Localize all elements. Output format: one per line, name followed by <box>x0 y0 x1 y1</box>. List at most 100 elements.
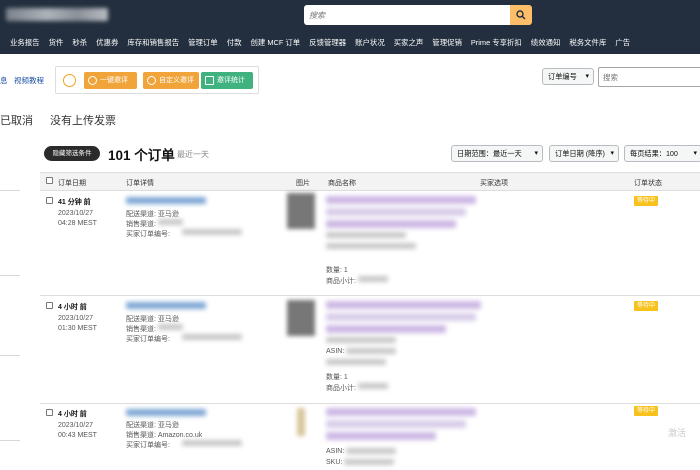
column-header-order-status[interactable]: 订单状态 <box>634 178 662 188</box>
chevron-down-icon: ▾ <box>585 73 589 80</box>
order-search-box[interactable] <box>598 67 700 87</box>
column-header-product-name: 商品名称 <box>328 180 356 187</box>
redacted-text <box>344 459 394 465</box>
nav-item-feedback-manager[interactable]: 反馈管理器 <box>309 37 346 48</box>
custom-review-button[interactable]: 自定义邀评 <box>143 72 199 89</box>
product-title-link[interactable] <box>326 420 466 428</box>
order-id-link[interactable] <box>126 409 206 416</box>
results-per-page-select[interactable]: 每页结果：100 ▾ <box>624 145 700 162</box>
redacted-text <box>182 229 242 235</box>
redacted-text <box>346 348 396 354</box>
product-title-link[interactable] <box>326 208 466 216</box>
product-title-link[interactable] <box>326 313 476 321</box>
hide-filters-button[interactable]: 隐藏筛选条件 <box>44 146 100 161</box>
select-all-checkbox[interactable] <box>46 177 53 184</box>
nav-item-voice-of-customer[interactable]: 买家之声 <box>394 37 424 48</box>
row-checkbox[interactable] <box>46 409 53 416</box>
review-stats-button[interactable]: 邀评统计 <box>201 72 253 89</box>
redacted-text <box>326 337 396 343</box>
item-subtotal: 商品小计: <box>326 278 356 285</box>
nav-item-shipments[interactable]: 货件 <box>49 37 64 48</box>
product-title-link[interactable] <box>326 196 476 204</box>
nav-item-manage-promotions[interactable]: 管理促销 <box>432 37 462 48</box>
quantity: 数量: 1 <box>326 374 348 381</box>
nav-item-lightning-deals[interactable]: 秒杀 <box>72 37 87 48</box>
sales-channel: 销售渠道: <box>126 221 156 228</box>
one-click-review-button[interactable]: 一键邀评 <box>84 72 137 89</box>
nav-item-inventory-sales-report[interactable]: 库存和销售报告 <box>127 37 179 48</box>
activation-watermark: 激活 <box>668 428 687 438</box>
column-header-buyer-options: 买家选项 <box>480 180 508 187</box>
product-title-link[interactable] <box>326 408 476 416</box>
item-subtotal: 商品小计: <box>326 385 356 392</box>
order-age: 4 小时 前 <box>58 304 87 311</box>
tab-no-invoice-uploaded[interactable]: 没有上传发票 <box>50 112 116 128</box>
redacted-text <box>182 440 242 446</box>
product-image[interactable] <box>287 193 315 229</box>
redacted-text <box>358 276 388 282</box>
search-icon <box>516 10 526 20</box>
date-range-select[interactable]: 日期范围：最近一天 ▾ <box>451 145 543 162</box>
sort-select[interactable]: 订单日期 (降序) ▾ <box>549 145 619 162</box>
global-search-box[interactable] <box>304 5 510 25</box>
sales-channel: 销售渠道: <box>126 326 156 333</box>
nav-item-account-health[interactable]: 账户状况 <box>355 37 385 48</box>
edit-icon <box>147 76 156 85</box>
quantity: 数量: 1 <box>326 267 348 274</box>
fulfillment-channel: 配送渠道: 亚马逊 <box>126 316 179 323</box>
global-search-input[interactable] <box>304 5 510 25</box>
product-title-link[interactable] <box>326 325 446 333</box>
fulfillment-channel: 配送渠道: 亚马逊 <box>126 211 179 218</box>
product-image[interactable] <box>297 408 305 436</box>
order-search-input[interactable] <box>599 68 700 86</box>
sales-channel: 销售渠道: Amazon.co.uk <box>126 432 203 439</box>
video-tutorial-link[interactable]: 视频教程 <box>14 75 44 86</box>
column-header-order-details: 订单详情 <box>126 180 154 187</box>
status-badge: 等待中 <box>634 196 659 206</box>
chart-icon <box>205 76 214 85</box>
left-panel-divider <box>0 190 20 191</box>
top-header <box>0 0 700 30</box>
nav-item-create-mcf-order[interactable]: 创建 MCF 订单 <box>250 37 300 48</box>
table-row: 41 分钟 前 2023/10/27 04:28 MEST 配送渠道: 亚马逊 … <box>40 191 700 296</box>
info-link[interactable]: 息 <box>0 75 8 86</box>
orders-table-header: 订单日期 订单详情 图片 商品名称 买家选项 订单状态 <box>40 172 700 191</box>
left-panel-divider <box>0 275 20 276</box>
product-title-link[interactable] <box>326 301 481 309</box>
column-header-image: 图片 <box>296 180 310 187</box>
redacted-text <box>358 383 388 389</box>
plugin-logo-icon <box>63 74 76 87</box>
nav-item-tax-document-library[interactable]: 税务文件库 <box>569 37 606 48</box>
nav-item-advertising[interactable]: 广告 <box>615 37 630 48</box>
product-image[interactable] <box>287 300 315 336</box>
nav-item-business-reports[interactable]: 业务报告 <box>10 37 40 48</box>
order-time: 04:28 MEST <box>58 220 97 227</box>
review-tools-panel: 一键邀评 自定义邀评 邀评统计 <box>55 66 259 94</box>
status-badge: 等待中 <box>634 301 659 311</box>
nav-item-payments[interactable]: 付款 <box>227 37 242 48</box>
buyer-order-id: 买家订单编号: <box>126 231 170 238</box>
order-id-link[interactable] <box>126 197 206 204</box>
asin: ASIN: <box>326 448 345 455</box>
row-checkbox[interactable] <box>46 197 53 204</box>
store-name-logo[interactable] <box>6 8 108 21</box>
redacted-text <box>326 243 416 249</box>
column-header-order-date[interactable]: 订单日期 <box>58 178 86 188</box>
tab-cancelled[interactable]: 已取消 <box>0 112 33 128</box>
row-checkbox[interactable] <box>46 302 53 309</box>
nav-item-manage-orders[interactable]: 管理订单 <box>188 37 218 48</box>
chevron-down-icon: ▾ <box>610 150 614 157</box>
main-nav: 业务报告 货件 秒杀 优惠券 库存和销售报告 管理订单 付款 创建 MCF 订单… <box>0 30 700 54</box>
product-title-link[interactable] <box>326 220 456 228</box>
product-title-link[interactable] <box>326 432 436 440</box>
redacted-text <box>158 324 183 330</box>
buyer-order-id: 买家订单编号: <box>126 442 170 449</box>
global-search-button[interactable] <box>510 5 532 25</box>
search-field-select[interactable]: 订单编号 ▾ <box>542 68 594 85</box>
nav-item-coupons[interactable]: 优惠券 <box>96 37 118 48</box>
order-id-link[interactable] <box>126 302 206 309</box>
nav-item-prime-discounts[interactable]: Prime 专享折扣 <box>471 37 522 48</box>
nav-item-performance-notifications[interactable]: 绩效通知 <box>531 37 561 48</box>
order-date: 2023/10/27 <box>58 422 94 429</box>
chevron-down-icon: ▾ <box>693 150 697 157</box>
